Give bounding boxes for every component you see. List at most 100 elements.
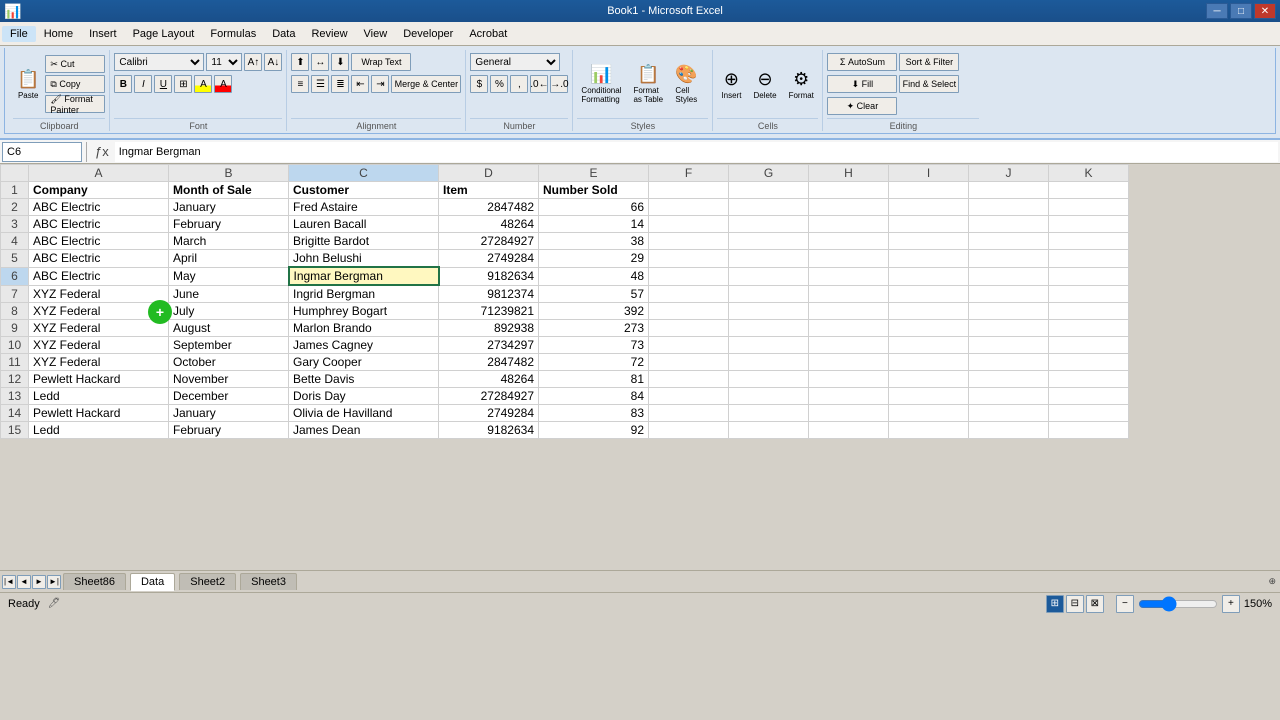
page-layout-view-button[interactable]: ⊟: [1066, 595, 1084, 613]
cell-d2[interactable]: 2847482: [439, 199, 539, 216]
menu-data[interactable]: Data: [264, 26, 303, 42]
cell-f10[interactable]: [649, 337, 729, 354]
cell-e14[interactable]: 83: [539, 405, 649, 422]
cell-g5[interactable]: [729, 250, 809, 268]
cell-b5[interactable]: April: [169, 250, 289, 268]
cell-c4[interactable]: Brigitte Bardot: [289, 233, 439, 250]
cell-b12[interactable]: November: [169, 371, 289, 388]
paste-button[interactable]: 📋 Paste: [13, 64, 43, 104]
cell-d1[interactable]: Item: [439, 182, 539, 199]
cell-c2[interactable]: Fred Astaire: [289, 199, 439, 216]
cell-k13[interactable]: [1049, 388, 1129, 405]
cell-i4[interactable]: [889, 233, 969, 250]
cell-a13[interactable]: Ledd: [29, 388, 169, 405]
cell-k2[interactable]: [1049, 199, 1129, 216]
clear-button[interactable]: ✦ Clear: [827, 97, 897, 115]
cell-j11[interactable]: [969, 354, 1049, 371]
col-header-d[interactable]: D: [439, 165, 539, 182]
cell-i1[interactable]: [889, 182, 969, 199]
cell-i12[interactable]: [889, 371, 969, 388]
cell-j10[interactable]: [969, 337, 1049, 354]
row-header-4[interactable]: 4: [1, 233, 29, 250]
row-header-11[interactable]: 11: [1, 354, 29, 371]
cell-a9[interactable]: XYZ Federal: [29, 320, 169, 337]
cell-g15[interactable]: [729, 422, 809, 439]
cell-b15[interactable]: February: [169, 422, 289, 439]
cell-k8[interactable]: [1049, 303, 1129, 320]
menu-view[interactable]: View: [356, 26, 396, 42]
cell-e7[interactable]: 57: [539, 285, 649, 303]
cell-b14[interactable]: January: [169, 405, 289, 422]
cell-h15[interactable]: [809, 422, 889, 439]
col-header-f[interactable]: F: [649, 165, 729, 182]
cell-e12[interactable]: 81: [539, 371, 649, 388]
cell-i13[interactable]: [889, 388, 969, 405]
menu-developer[interactable]: Developer: [395, 26, 461, 42]
col-header-k[interactable]: K: [1049, 165, 1129, 182]
currency-button[interactable]: $: [470, 75, 488, 93]
cell-d9[interactable]: 892938: [439, 320, 539, 337]
cell-k6[interactable]: [1049, 267, 1129, 285]
cell-h3[interactable]: [809, 216, 889, 233]
cell-h1[interactable]: [809, 182, 889, 199]
col-header-e[interactable]: E: [539, 165, 649, 182]
cell-d14[interactable]: 2749284: [439, 405, 539, 422]
cell-a1[interactable]: Company: [29, 182, 169, 199]
cell-f13[interactable]: [649, 388, 729, 405]
row-header-8[interactable]: 8: [1, 303, 29, 320]
col-header-b[interactable]: B: [169, 165, 289, 182]
cell-d5[interactable]: 2749284: [439, 250, 539, 268]
cell-k15[interactable]: [1049, 422, 1129, 439]
cell-k7[interactable]: [1049, 285, 1129, 303]
cell-j15[interactable]: [969, 422, 1049, 439]
cell-f4[interactable]: [649, 233, 729, 250]
cell-e5[interactable]: 29: [539, 250, 649, 268]
cell-i10[interactable]: [889, 337, 969, 354]
cell-d7[interactable]: 9812374: [439, 285, 539, 303]
cell-h5[interactable]: [809, 250, 889, 268]
align-center-button[interactable]: ☰: [311, 75, 329, 93]
align-right-button[interactable]: ≣: [331, 75, 349, 93]
delete-button[interactable]: ⊖ Delete: [749, 64, 780, 104]
cell-d6[interactable]: 9182634: [439, 267, 539, 285]
align-left-button[interactable]: ≡: [291, 75, 309, 93]
merge-center-button[interactable]: Merge & Center: [391, 75, 461, 93]
cell-f3[interactable]: [649, 216, 729, 233]
cell-g4[interactable]: [729, 233, 809, 250]
col-header-c[interactable]: C: [289, 165, 439, 182]
cell-e4[interactable]: 38: [539, 233, 649, 250]
cell-d3[interactable]: 48264: [439, 216, 539, 233]
row-header-10[interactable]: 10: [1, 337, 29, 354]
align-bottom-button[interactable]: ⬇: [331, 53, 349, 71]
cell-h10[interactable]: [809, 337, 889, 354]
cell-c12[interactable]: Bette Davis: [289, 371, 439, 388]
increase-indent-button[interactable]: ⇥: [371, 75, 389, 93]
cell-j5[interactable]: [969, 250, 1049, 268]
cell-i6[interactable]: [889, 267, 969, 285]
cell-f14[interactable]: [649, 405, 729, 422]
row-header-13[interactable]: 13: [1, 388, 29, 405]
cell-e2[interactable]: 66: [539, 199, 649, 216]
tab-next-button[interactable]: ►: [32, 575, 46, 589]
cell-g7[interactable]: [729, 285, 809, 303]
sort-filter-button[interactable]: Sort & Filter: [899, 53, 959, 71]
sheet-container[interactable]: + A B C: [0, 164, 1280, 570]
cell-c14[interactable]: Olivia de Havilland: [289, 405, 439, 422]
cell-k14[interactable]: [1049, 405, 1129, 422]
cell-a5[interactable]: ABC Electric: [29, 250, 169, 268]
row-header-7[interactable]: 7: [1, 285, 29, 303]
cell-e10[interactable]: 73: [539, 337, 649, 354]
col-header-a[interactable]: A: [29, 165, 169, 182]
menu-home[interactable]: Home: [36, 26, 81, 42]
zoom-in-button[interactable]: +: [1222, 595, 1240, 613]
cell-g14[interactable]: [729, 405, 809, 422]
sheet-tab-sheet86[interactable]: Sheet86: [63, 573, 126, 590]
cell-j6[interactable]: [969, 267, 1049, 285]
cell-k5[interactable]: [1049, 250, 1129, 268]
cell-b4[interactable]: March: [169, 233, 289, 250]
cell-c11[interactable]: Gary Cooper: [289, 354, 439, 371]
row-header-5[interactable]: 5: [1, 250, 29, 268]
cell-b13[interactable]: December: [169, 388, 289, 405]
cell-k11[interactable]: [1049, 354, 1129, 371]
zoom-slider[interactable]: [1138, 596, 1218, 612]
